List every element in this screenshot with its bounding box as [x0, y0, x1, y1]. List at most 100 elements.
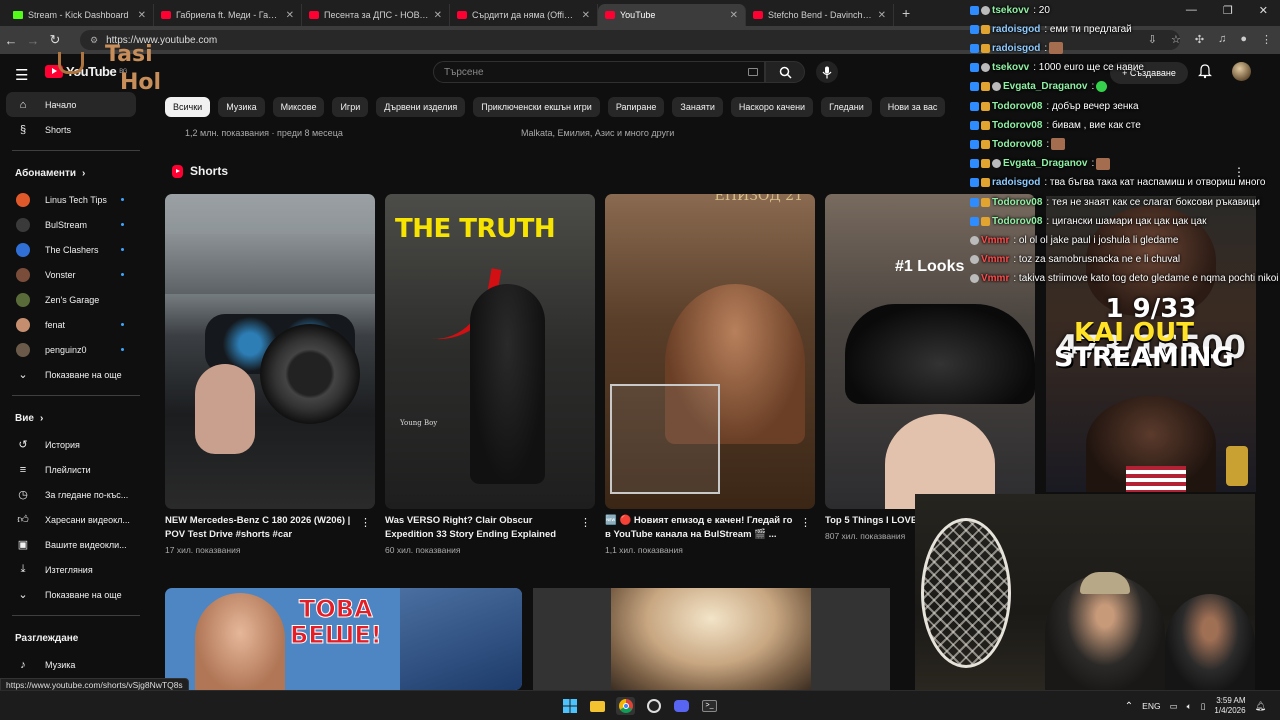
sidebar-section-subscriptions[interactable]: Абонаменти › [0, 159, 150, 187]
sidebar-item-subscription[interactable]: fenat [0, 312, 150, 337]
sidebar-item[interactable]: ◷ За гледане по-къс... [0, 482, 150, 507]
filter-chip[interactable]: Гледани [821, 97, 872, 117]
chat-username[interactable]: Todorov08 [992, 216, 1042, 227]
video-thumbnail-1[interactable]: ТОВА БЕШЕ! [165, 588, 522, 690]
filter-chip[interactable]: Миксове [272, 97, 325, 117]
close-window-icon[interactable]: ✕ [1259, 4, 1268, 17]
hamburger-menu-icon[interactable]: ☰ [15, 66, 28, 84]
chat-username[interactable]: radoisgod [992, 177, 1040, 188]
youtube-favicon-icon [753, 11, 763, 19]
forward-icon[interactable]: → [22, 33, 44, 48]
terminal-icon[interactable]: >_ [700, 697, 719, 715]
file-explorer-icon[interactable] [588, 697, 607, 715]
sidebar-item[interactable]: ↺ История [0, 432, 150, 457]
more-options-icon[interactable]: ⋮ [800, 516, 811, 529]
short-thumbnail-1[interactable] [165, 194, 375, 509]
chat-username[interactable]: Vmmr [981, 273, 1009, 284]
chat-username[interactable]: Evgata_Draganov [1003, 158, 1087, 169]
close-tab-icon[interactable]: ✕ [582, 10, 590, 21]
search-button[interactable] [765, 61, 805, 83]
browser-tab[interactable]: Габриела ft. Меди - Габриела ✕ [154, 4, 302, 26]
filter-chip[interactable]: Рапиране [607, 97, 665, 117]
sidebar-item[interactable]: § Shorts [0, 117, 150, 142]
back-icon[interactable]: ← [0, 33, 22, 48]
sidebar-item-subscription[interactable]: Vonster [0, 262, 150, 287]
chat-username[interactable]: tsekovv [992, 5, 1029, 16]
browser-tab[interactable]: Stream - Kick Dashboard ✕ [6, 4, 154, 26]
site-info-icon[interactable]: ⚙ [90, 35, 98, 46]
filter-chip[interactable]: Приключенски екшън игри [473, 97, 600, 117]
sidebar-section-you[interactable]: Вие › [0, 404, 150, 432]
chat-username[interactable]: Vmmr [981, 235, 1009, 246]
short-title[interactable]: NEW Mercedes-Benz C 180 2026 (W206) | PO… [165, 514, 375, 542]
filter-chip[interactable]: Дървени изделия [376, 97, 466, 117]
voice-search-button[interactable] [816, 61, 838, 83]
new-tab-icon[interactable]: + [902, 5, 910, 21]
short-thumbnail-2[interactable]: THE TRUTH Young Boy [385, 194, 595, 509]
windows-start-icon[interactable] [560, 697, 579, 715]
sidebar-item[interactable]: 👍︎ Харесани видеокл... [0, 507, 150, 532]
clock[interactable]: 3:59 AM 1/4/2026 [1214, 696, 1245, 716]
notification-center-icon[interactable]: 🔔︎ [1255, 701, 1266, 712]
chat-username[interactable]: Todorov08 [992, 197, 1042, 208]
browser-tab[interactable]: Песента за ДПС - НОВО НАЧАЛ ✕ [302, 4, 450, 26]
browser-tab[interactable]: YouTube ✕ [598, 4, 746, 26]
close-tab-icon[interactable]: ✕ [138, 10, 146, 21]
sidebar-item-subscription[interactable]: The Clashers [0, 237, 150, 262]
obs-icon[interactable] [644, 697, 663, 715]
sidebar-item[interactable]: ≡ Плейлисти [0, 457, 150, 482]
sidebar-show-more[interactable]: ⌄ Показване на още [0, 582, 150, 607]
maximize-icon[interactable]: ❐ [1223, 4, 1233, 17]
close-tab-icon[interactable]: ✕ [286, 10, 294, 21]
short-title[interactable]: 🆕 🔴 Новият епизод е качен! Гледай го в Y… [605, 514, 815, 542]
filter-chip[interactable]: Занаяти [672, 97, 723, 117]
battery-icon[interactable]: ▯ [1201, 701, 1206, 712]
filter-chip[interactable]: Всички [165, 97, 211, 117]
sidebar-item[interactable]: ⤓ Изтегляния [0, 557, 150, 582]
chrome-icon[interactable] [616, 697, 635, 715]
sidebar-item[interactable]: ▣ Вашите видеокли... [0, 532, 150, 557]
sidebar-item-subscription[interactable]: Linus Tech Tips [0, 187, 150, 212]
close-tab-icon[interactable]: ✕ [730, 10, 738, 21]
tray-overflow-icon[interactable]: ⌃ [1125, 701, 1133, 712]
volume-icon[interactable]: 🔈︎ [1187, 701, 1192, 712]
more-options-icon[interactable]: ⋮ [1233, 165, 1245, 179]
network-icon[interactable]: ▭ [1170, 701, 1178, 712]
filter-chip[interactable]: Игри [332, 97, 369, 117]
video-thumbnail-2[interactable] [533, 588, 890, 690]
short-thumbnail-3[interactable]: ЕПИЗОД 21 [605, 194, 815, 509]
filter-chip[interactable]: Наскоро качени [730, 97, 814, 117]
filter-chip[interactable]: Нови за вас [879, 97, 946, 117]
close-tab-icon[interactable]: ✕ [878, 10, 886, 21]
browser-tab[interactable]: Сърдити да няма (Offical AI Ar ✕ [450, 4, 598, 26]
divider [12, 615, 140, 616]
sidebar-item[interactable]: ⌂ Начало [6, 92, 136, 117]
chat-username[interactable]: radoisgod [992, 43, 1040, 54]
close-tab-icon[interactable]: ✕ [434, 10, 442, 21]
more-options-icon[interactable]: ⋮ [360, 516, 371, 529]
language-indicator[interactable]: ENG [1142, 701, 1160, 711]
sidebar-item[interactable]: ♪ Музика [0, 652, 150, 677]
search-input[interactable]: Търсене [433, 61, 765, 83]
sidebar-item-subscription[interactable]: penguinz0 [0, 337, 150, 362]
chat-username[interactable]: Vmmr [981, 254, 1009, 265]
chat-username[interactable]: radoisgod [992, 24, 1040, 35]
chat-username[interactable]: Todorov08 [992, 101, 1042, 112]
chat-username[interactable]: tsekovv [992, 62, 1029, 73]
reload-icon[interactable]: ↻ [44, 32, 66, 48]
sidebar-show-more[interactable]: ⌄ Показване на още [0, 362, 150, 387]
youtube-logo[interactable]: YouTube BG [45, 64, 127, 79]
discord-icon[interactable] [672, 697, 691, 715]
filter-chip[interactable]: Музика [218, 97, 265, 117]
grey-badge-icon [992, 159, 1001, 169]
keyboard-icon[interactable] [748, 68, 758, 76]
browser-tab[interactable]: Stefcho Bend - Davinchi Zakon ✕ [746, 4, 894, 26]
short-title[interactable]: Was VERSO Right? Clair Obscur Expedition… [385, 514, 595, 542]
chat-username[interactable]: Todorov08 [992, 139, 1042, 150]
minimize-icon[interactable]: — [1186, 4, 1197, 17]
more-options-icon[interactable]: ⋮ [580, 516, 591, 529]
sidebar-item-subscription[interactable]: BulStream [0, 212, 150, 237]
chat-username[interactable]: Todorov08 [992, 120, 1042, 131]
sidebar-item-subscription[interactable]: Zen's Garage [0, 287, 150, 312]
chat-username[interactable]: Evgata_Draganov [1003, 81, 1087, 92]
